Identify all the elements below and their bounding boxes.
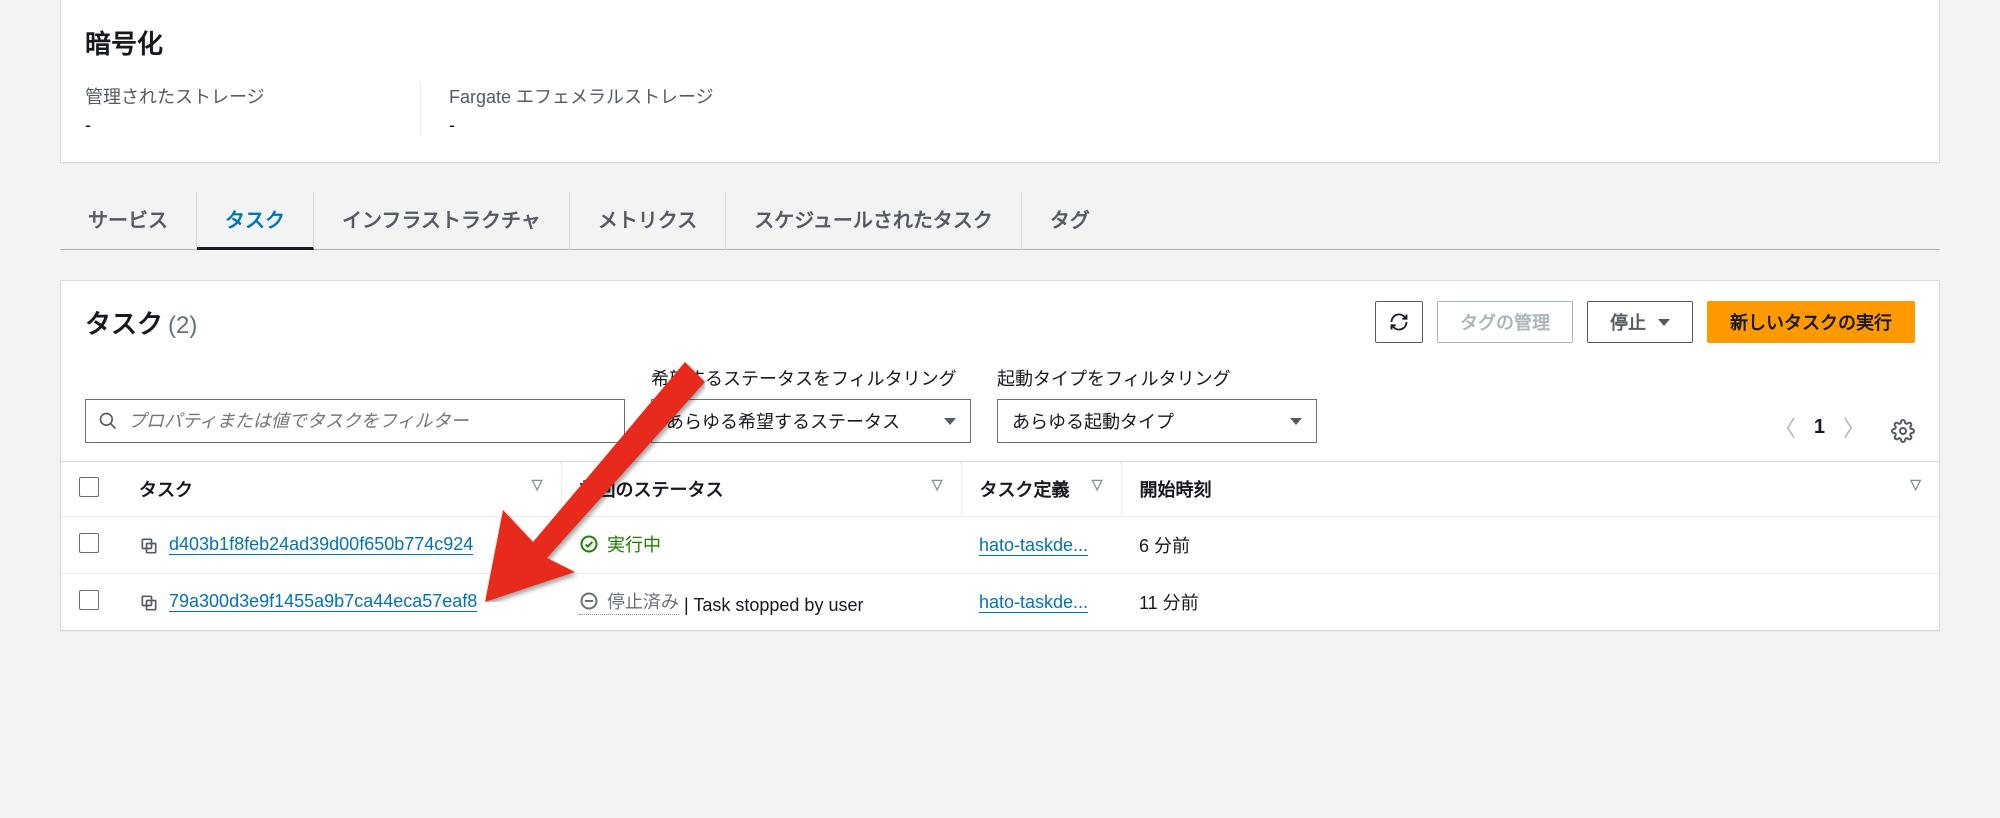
run-new-task-button[interactable]: 新しいタスクの実行 [1707, 301, 1915, 343]
tab-services[interactable]: サービス [60, 192, 197, 250]
launch-type-label: 起動タイプをフィルタリング [997, 365, 1317, 391]
table-row: 79a300d3e9f1455a9b7ca44eca57eaf8 停止済み | T… [61, 574, 1939, 631]
col-last-status[interactable]: 前回のステータス ▽ [561, 462, 961, 517]
started-value: 6 分前 [1121, 517, 1939, 574]
tab-infrastructure[interactable]: インフラストラクチャ [314, 192, 570, 250]
tasks-header: タスク (2) タグの管理 停止 新しいタスクの実行 [61, 281, 1939, 353]
table-row: d403b1f8feb24ad39d00f650b774c924 実行中 hato-… [61, 517, 1939, 574]
fargate-storage-value: - [449, 115, 714, 136]
chevron-down-icon [944, 418, 956, 425]
stop-button-label: 停止 [1610, 309, 1646, 335]
tab-scheduled-tasks[interactable]: スケジュールされたタスク [726, 192, 1022, 250]
launch-type-select[interactable]: あらゆる起動タイプ [997, 399, 1317, 443]
desired-status-label: 希望するステータスをフィルタリング [651, 365, 971, 391]
tasks-title: タスク [85, 309, 163, 339]
sort-icon: ▽ [1092, 476, 1103, 493]
refresh-icon [1389, 312, 1409, 332]
status-badge: 実行中 [579, 531, 661, 557]
col-task-definition[interactable]: タスク定義 ▽ [961, 462, 1121, 517]
copy-icon[interactable] [139, 536, 159, 556]
col-started[interactable]: 開始時刻 ▽ [1121, 462, 1939, 517]
managed-storage-field: 管理されたストレージ - [85, 83, 421, 136]
row-checkbox[interactable] [79, 533, 99, 553]
filters-row: 希望するステータスをフィルタリング あらゆる希望するステータス 起動タイプをフィ… [61, 353, 1939, 461]
started-value: 11 分前 [1121, 574, 1939, 631]
desired-status-select[interactable]: あらゆる希望するステータス [651, 399, 971, 443]
desired-status-value: あらゆる希望するステータス [666, 408, 900, 434]
fargate-storage-label: Fargate エフェメラルストレージ [449, 83, 714, 109]
tasks-panel: タスク (2) タグの管理 停止 新しいタスクの実行 [60, 280, 1940, 631]
chevron-down-icon [1290, 418, 1302, 425]
select-all-checkbox[interactable] [79, 477, 99, 497]
sort-icon: ▽ [532, 476, 543, 493]
task-link[interactable]: 79a300d3e9f1455a9b7ca44eca57eaf8 [169, 591, 477, 612]
task-definition-link[interactable]: hato-taskde... [979, 535, 1088, 556]
search-input-wrap[interactable] [85, 399, 625, 443]
manage-tags-button[interactable]: タグの管理 [1437, 301, 1573, 343]
next-page-button[interactable]: 〉 [1843, 411, 1865, 443]
copy-icon[interactable] [139, 593, 159, 613]
pagination: 〈 1 〉 [1774, 411, 1865, 443]
page-number: 1 [1814, 416, 1825, 439]
tab-tasks[interactable]: タスク [197, 192, 314, 250]
col-task[interactable]: タスク ▽ [121, 462, 561, 517]
launch-type-value: あらゆる起動タイプ [1012, 408, 1174, 434]
search-input[interactable] [128, 411, 612, 432]
chevron-down-icon [1658, 319, 1670, 326]
task-link[interactable]: d403b1f8feb24ad39d00f650b774c924 [169, 534, 473, 555]
sort-icon: ▽ [1910, 476, 1921, 493]
task-definition-link[interactable]: hato-taskde... [979, 592, 1088, 613]
tasks-table: タスク ▽ 前回のステータス ▽ タスク定義 ▽ 開始時刻 ▽ [61, 461, 1939, 630]
tasks-count: (2) [168, 312, 197, 339]
sort-icon: ▽ [932, 476, 943, 493]
fargate-storage-field: Fargate エフェメラルストレージ - [449, 83, 774, 136]
settings-icon[interactable] [1891, 419, 1915, 443]
managed-storage-label: 管理されたストレージ [85, 83, 360, 109]
encryption-panel: 暗号化 管理されたストレージ - Fargate エフェメラルストレージ - [60, 0, 1940, 163]
encryption-title: 暗号化 [85, 18, 1915, 61]
stop-button[interactable]: 停止 [1587, 301, 1693, 343]
tabs-bar: サービス タスク インフラストラクチャ メトリクス スケジュールされたタスク タ… [60, 191, 1940, 250]
search-icon [98, 411, 118, 431]
status-badge: 停止済み | Task stopped by user [579, 595, 863, 615]
tab-tags[interactable]: タグ [1022, 192, 1118, 250]
refresh-button[interactable] [1375, 301, 1423, 343]
row-checkbox[interactable] [79, 590, 99, 610]
tab-metrics[interactable]: メトリクス [570, 192, 726, 250]
managed-storage-value: - [85, 115, 360, 136]
prev-page-button[interactable]: 〈 [1774, 411, 1796, 443]
